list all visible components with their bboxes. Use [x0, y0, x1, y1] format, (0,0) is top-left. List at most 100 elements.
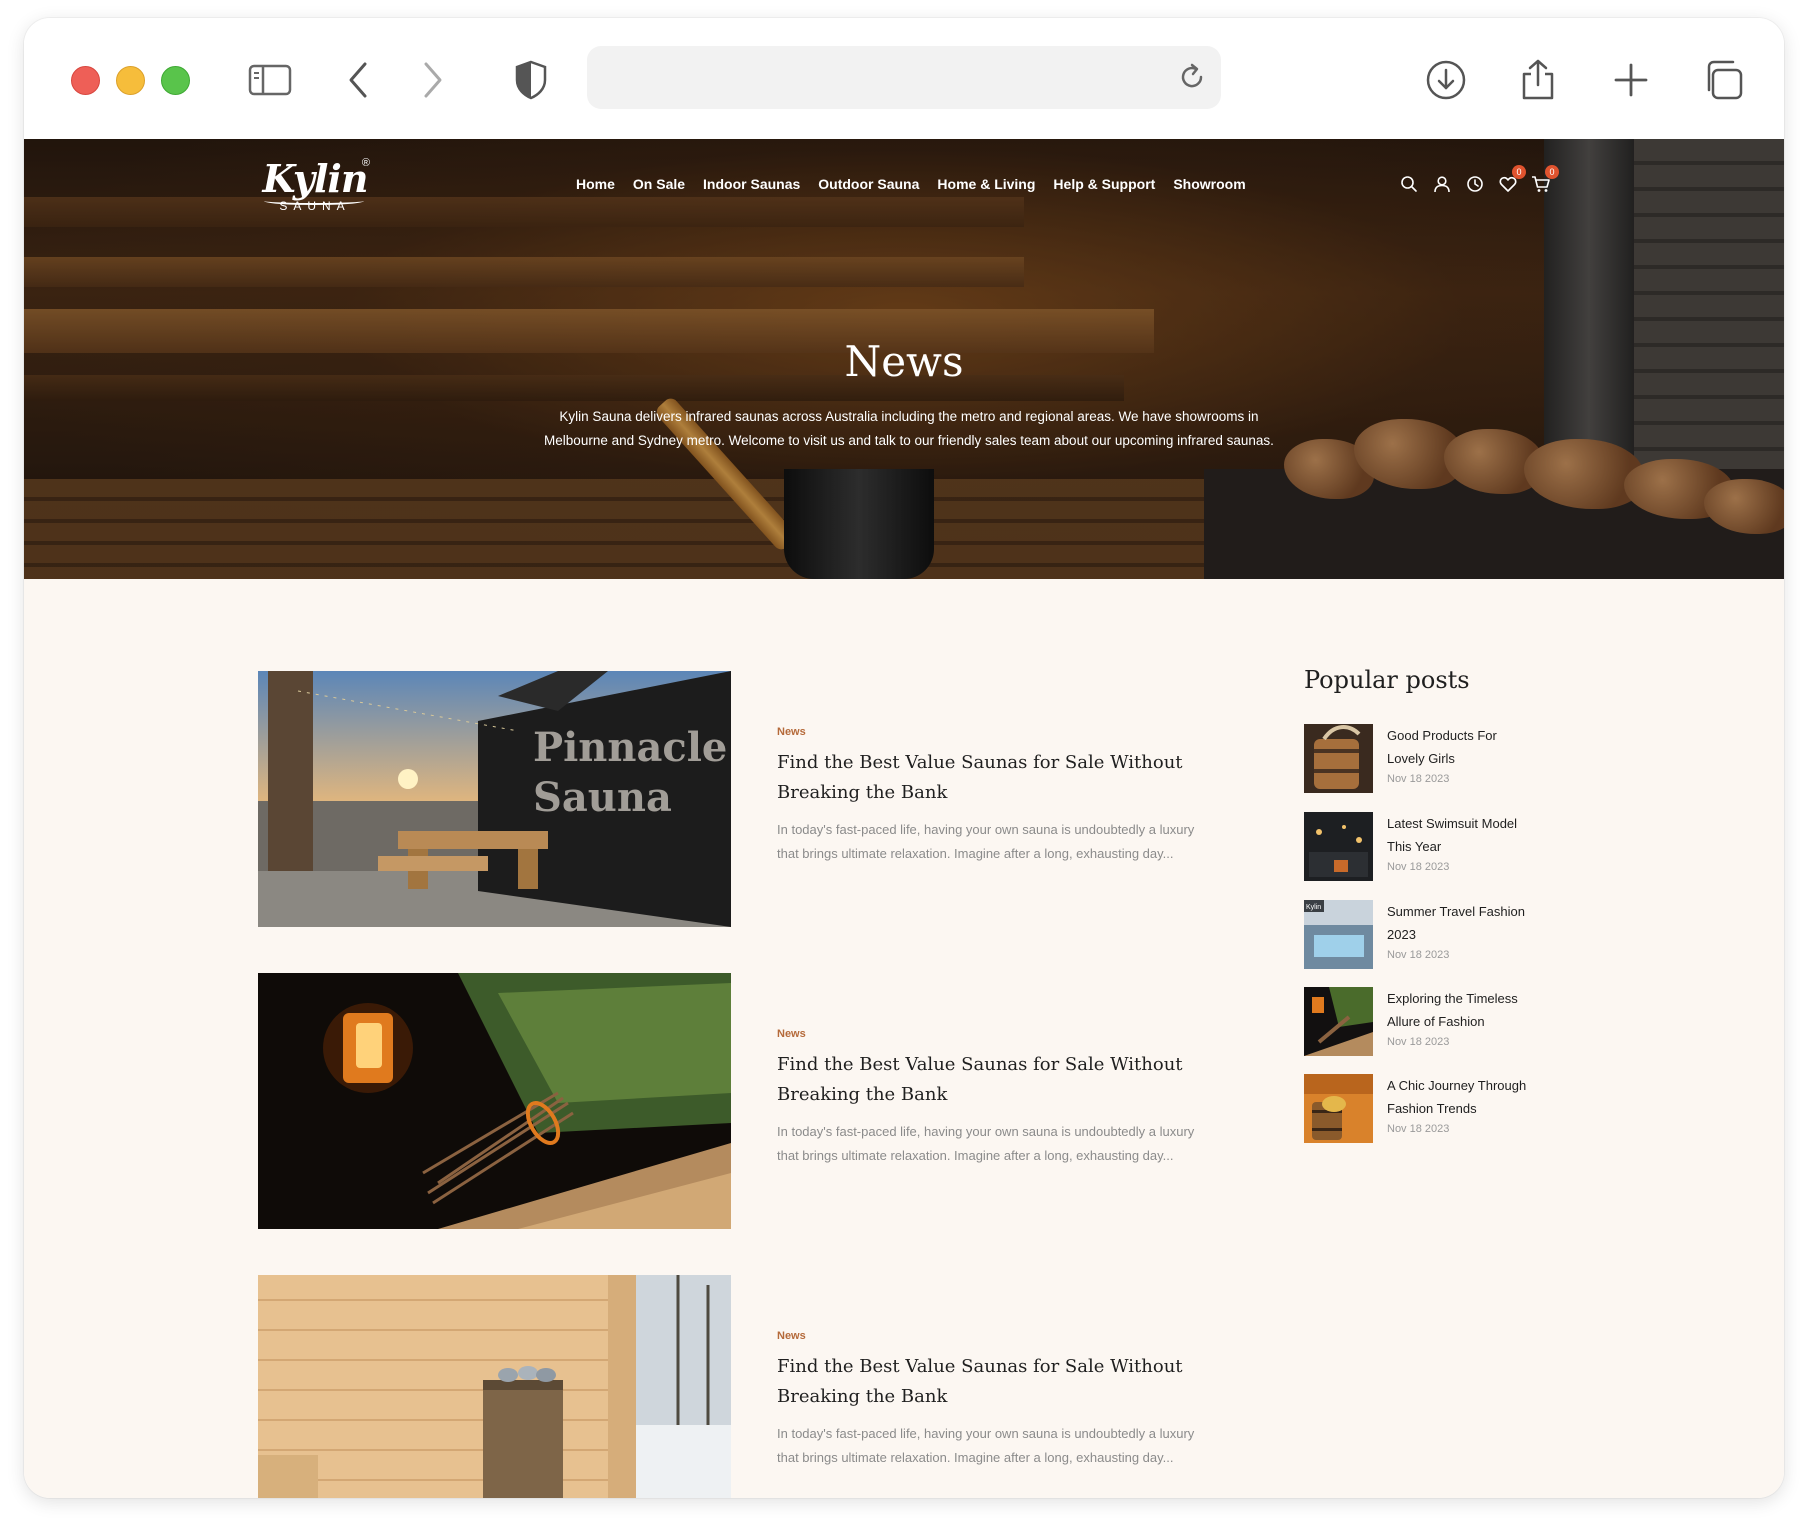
share-icon[interactable] [1514, 58, 1562, 102]
account-icon[interactable] [1432, 174, 1452, 194]
logo-name: Kylin [262, 156, 369, 201]
popular-post-title-line: 2023 [1387, 927, 1416, 942]
article-excerpt: In today's fast-paced life, having your … [777, 1422, 1227, 1470]
popular-post-date: Nov 18 2023 [1387, 1123, 1450, 1135]
article-title-line: Find the Best Value Saunas for Sale With… [777, 1356, 1183, 1377]
nav-showroom[interactable]: Showroom [1173, 176, 1245, 192]
download-icon[interactable] [1422, 58, 1470, 102]
popular-post-title-line: Lovely Girls [1387, 751, 1455, 766]
popular-post-title-line: Summer Travel Fashion [1387, 904, 1525, 919]
article-excerpt-line: In today's fast-paced life, having your … [777, 1124, 1195, 1139]
popular-post-title[interactable]: Good Products For Lovely Girls [1387, 724, 1562, 770]
wishlist-count-badge: 0 [1512, 165, 1526, 179]
nav-on-sale[interactable]: On Sale [633, 176, 685, 192]
article-title-line: Find the Best Value Saunas for Sale With… [777, 1054, 1183, 1075]
svg-text:Sauna: Sauna [533, 774, 672, 821]
main-nav: Home On Sale Indoor Saunas Outdoor Sauna… [576, 176, 1264, 192]
hero-description: Kylin Sauna delivers infrared saunas acr… [504, 405, 1314, 453]
popular-post-title[interactable]: A Chic Journey Through Fashion Trends [1387, 1074, 1562, 1120]
nav-home[interactable]: Home [576, 176, 615, 192]
address-bar[interactable] [587, 46, 1221, 109]
article-excerpt-line: that brings ultimate relaxation. Imagine… [777, 1148, 1174, 1163]
article-category[interactable]: News [777, 1330, 1227, 1342]
new-tab-icon[interactable] [1607, 58, 1655, 102]
popular-post-image[interactable] [1304, 724, 1373, 793]
article-card: News Find the Best Value Saunas for Sale… [258, 973, 1258, 1229]
page-title: News [844, 337, 964, 386]
article-title[interactable]: Find the Best Value Saunas for Sale With… [777, 748, 1227, 808]
popular-posts-title: Popular posts [1304, 666, 1470, 694]
close-window-button[interactable] [71, 66, 100, 95]
article-title-line: Breaking the Bank [777, 1084, 948, 1105]
popular-post-title-line: This Year [1387, 839, 1442, 854]
sidebar-icon[interactable] [246, 58, 294, 102]
article-card: News Find the Best Value Saunas for Sale… [258, 1275, 1258, 1498]
cart-count-badge: 0 [1545, 165, 1559, 179]
article-excerpt-line: In today's fast-paced life, having your … [777, 822, 1195, 837]
recent-icon[interactable] [1465, 174, 1485, 194]
article-category[interactable]: News [777, 1028, 1227, 1040]
logo-registered-mark: ® [361, 157, 370, 169]
article-meta: News Find the Best Value Saunas for Sale… [777, 726, 1227, 866]
site-logo[interactable]: Kylin ® SAUNA [260, 156, 370, 214]
browser-toolbar [24, 18, 1784, 139]
svg-text:Kylin: Kylin [1306, 904, 1321, 911]
article-title[interactable]: Find the Best Value Saunas for Sale With… [777, 1352, 1227, 1412]
search-icon[interactable] [1399, 174, 1419, 194]
popular-post-image[interactable] [1304, 812, 1373, 881]
wishlist-icon[interactable]: 0 [1498, 165, 1526, 194]
popular-post-date: Nov 18 2023 [1387, 949, 1450, 961]
nav-indoor-saunas[interactable]: Indoor Saunas [703, 176, 800, 192]
article-excerpt: In today's fast-paced life, having your … [777, 818, 1227, 866]
zoom-window-button[interactable] [161, 66, 190, 95]
nav-help-support[interactable]: Help & Support [1053, 176, 1155, 192]
popular-post-title[interactable]: Latest Swimsuit Model This Year [1387, 812, 1562, 858]
article-excerpt-line: In today's fast-paced life, having your … [777, 1426, 1195, 1441]
cart-icon[interactable]: 0 [1531, 165, 1559, 194]
popular-post-title[interactable]: Exploring the Timeless Allure of Fashion [1387, 987, 1562, 1033]
reload-icon[interactable] [1177, 62, 1207, 97]
article-title-line: Breaking the Bank [777, 782, 948, 803]
popular-post-title-line: Fashion Trends [1387, 1101, 1477, 1116]
svg-text:Pinnacle: Pinnacle [533, 724, 727, 771]
article-excerpt-line: that brings ultimate relaxation. Imagine… [777, 1450, 1174, 1465]
article-meta: News Find the Best Value Saunas for Sale… [777, 1028, 1227, 1168]
forward-icon[interactable] [417, 58, 447, 102]
popular-post-title-line: Allure of Fashion [1387, 1014, 1485, 1029]
popular-post-image[interactable] [1304, 1074, 1373, 1143]
article-title[interactable]: Find the Best Value Saunas for Sale With… [777, 1050, 1227, 1110]
popular-post-image[interactable] [1304, 987, 1373, 1056]
popular-post-title-line: Good Products For [1387, 728, 1497, 743]
article-image[interactable] [258, 973, 731, 1229]
article-category[interactable]: News [777, 726, 1227, 738]
browser-window: Kylin ® SAUNA Home On Sale Indoor Saunas… [24, 18, 1784, 1498]
article-title-line: Breaking the Bank [777, 1386, 948, 1407]
hero-banner: Kylin ® SAUNA Home On Sale Indoor Saunas… [24, 139, 1784, 579]
nav-home-living[interactable]: Home & Living [937, 176, 1035, 192]
popular-post-date: Nov 18 2023 [1387, 861, 1450, 873]
popular-post-item[interactable]: A Chic Journey Through Fashion Trends No… [1304, 1074, 1564, 1144]
hero-description-line: Kylin Sauna delivers infrared saunas acr… [559, 409, 1259, 424]
nav-outdoor-sauna[interactable]: Outdoor Sauna [818, 176, 919, 192]
web-page: Kylin ® SAUNA Home On Sale Indoor Saunas… [24, 139, 1784, 1498]
popular-post-date: Nov 18 2023 [1387, 1036, 1450, 1048]
popular-post-image[interactable]: Kylin [1304, 900, 1373, 969]
article-excerpt-line: that brings ultimate relaxation. Imagine… [777, 846, 1174, 861]
popular-post-title-line: Exploring the Timeless [1387, 991, 1518, 1006]
popular-post-item[interactable]: Exploring the Timeless Allure of Fashion… [1304, 987, 1564, 1057]
tabs-overview-icon[interactable] [1699, 58, 1747, 102]
popular-post-item[interactable]: Kylin Summer Travel Fashion 2023 Nov 18 … [1304, 900, 1564, 970]
popular-post-title-line: A Chic Journey Through [1387, 1078, 1527, 1093]
back-icon[interactable] [344, 58, 374, 102]
hero-description-line: Melbourne and Sydney metro. Welcome to v… [544, 433, 1274, 448]
article-image[interactable]: Pinnacle Sauna [258, 671, 731, 927]
shield-icon[interactable] [511, 58, 551, 102]
popular-post-date: Nov 18 2023 [1387, 773, 1450, 785]
popular-post-title[interactable]: Summer Travel Fashion 2023 [1387, 900, 1562, 946]
logo-swoosh [264, 197, 364, 205]
minimize-window-button[interactable] [116, 66, 145, 95]
popular-post-item[interactable]: Latest Swimsuit Model This Year Nov 18 2… [1304, 812, 1564, 882]
article-title-line: Find the Best Value Saunas for Sale With… [777, 752, 1183, 773]
article-image[interactable] [258, 1275, 731, 1498]
popular-post-item[interactable]: Good Products For Lovely Girls Nov 18 20… [1304, 724, 1564, 794]
